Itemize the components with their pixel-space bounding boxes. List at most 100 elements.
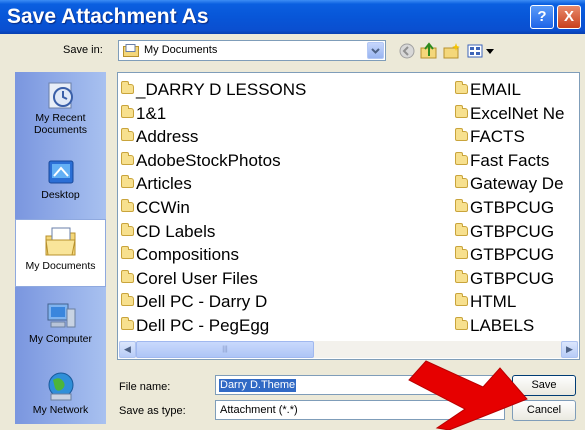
save-as-type-dropdown[interactable]: Attachment (*.*)	[215, 400, 505, 420]
save-button[interactable]: Save	[512, 375, 576, 396]
my-documents-icon	[44, 227, 76, 256]
close-button[interactable]: X	[557, 5, 581, 29]
desktop-icon	[48, 160, 73, 184]
my-network-icon	[48, 372, 73, 401]
place-my-computer[interactable]: My Computer	[15, 301, 106, 345]
folder-item[interactable]: GTBPCUG	[455, 220, 564, 244]
folder-item[interactable]: GTBPCUG	[455, 243, 564, 267]
folder-icon	[121, 81, 134, 94]
folder-icon	[455, 293, 468, 307]
folder-name: GTBPCUG	[470, 245, 555, 265]
place-label: My Recent	[35, 112, 86, 124]
folder-item[interactable]: Address	[121, 125, 306, 149]
folder-item[interactable]: GTBPCUG	[455, 267, 564, 291]
file-name-value: Darry D.Theme	[219, 379, 297, 392]
file-list-column: EMAIL ExcelNet Ne FACTS Fast Facts Gateway D…	[455, 78, 564, 338]
save-as-type-label: Save as type:	[119, 405, 186, 417]
folder-name: GTBPCUG	[470, 221, 555, 241]
folder-icon	[121, 316, 134, 330]
folder-item[interactable]: ExcelNet Ne	[455, 102, 564, 126]
scroll-left-icon[interactable]: ◀	[119, 341, 136, 358]
folder-icon	[455, 175, 468, 189]
folder-name: Dell PC - Darry D	[136, 292, 268, 312]
folder-name: FACTS	[470, 127, 525, 147]
new-folder-icon[interactable]	[443, 42, 461, 60]
place-my-network[interactable]: My Network	[15, 370, 106, 416]
folder-item[interactable]: Gateway De	[455, 172, 564, 196]
folder-icon	[455, 198, 468, 212]
views-menu-icon[interactable]	[467, 42, 497, 60]
folder-icon	[121, 269, 134, 283]
folder-name: Address	[136, 127, 199, 147]
folder-item[interactable]: CD Labels	[121, 220, 306, 244]
back-icon[interactable]	[398, 42, 416, 60]
file-list[interactable]: _DARRY D LESSONS 1&1 Address AdobeStockPhot…	[117, 72, 580, 360]
place-desktop[interactable]: Desktop	[15, 159, 106, 201]
folder-item[interactable]: Dell PC - Darry D	[121, 290, 306, 314]
folder-icon	[121, 175, 134, 189]
folder-name: EMAIL	[470, 80, 522, 99]
folder-name: 1&1	[136, 103, 167, 123]
place-label: Desktop	[41, 189, 80, 201]
folder-item[interactable]: LABELS	[455, 314, 564, 338]
folder-item[interactable]: AdobeStockPhotos	[121, 149, 306, 173]
folder-icon	[121, 222, 134, 236]
place-label: Documents	[33, 124, 88, 136]
folder-item[interactable]: _DARRY D LESSONS	[121, 78, 306, 102]
place-label: My Computer	[28, 333, 92, 345]
folder-item[interactable]: FACTS	[455, 125, 564, 149]
title-bar: Save Attachment As ? X	[0, 0, 585, 34]
folder-item[interactable]: HTML	[455, 290, 564, 314]
folder-item[interactable]: Dell PC - PegEgg	[121, 314, 306, 338]
scrollbar-thumb[interactable]: |||	[136, 341, 314, 358]
folder-item[interactable]: Articles	[121, 172, 306, 196]
save-in-label: Save in:	[63, 44, 103, 56]
folder-name: HTML	[470, 292, 517, 312]
folder-item[interactable]: 1&1	[121, 102, 306, 126]
folder-name: Articles	[136, 174, 192, 194]
folder-icon	[121, 246, 134, 260]
folder-icon	[121, 198, 134, 212]
cancel-button[interactable]: Cancel	[512, 400, 576, 421]
folder-item[interactable]: EMAIL	[455, 78, 564, 102]
folder-name: Fast Facts	[470, 150, 550, 170]
folder-name: CCWin	[136, 197, 190, 217]
folder-item[interactable]: Fast Facts	[455, 149, 564, 173]
folder-item[interactable]: Compositions	[121, 243, 306, 267]
place-my-documents[interactable]: My Documents	[15, 219, 106, 287]
folder-name: AdobeStockPhotos	[136, 150, 281, 170]
folder-name: ExcelNet Ne	[470, 103, 565, 123]
scroll-right-icon[interactable]: ▶	[561, 341, 578, 358]
folder-name: Compositions	[136, 245, 239, 265]
folder-item[interactable]: GTBPCUG	[455, 196, 564, 220]
save-in-value: My Documents	[144, 44, 218, 56]
file-list-column: _DARRY D LESSONS 1&1 Address AdobeStockPhot…	[121, 78, 306, 338]
folder-item[interactable]: Corel User Files	[121, 267, 306, 291]
folder-name: CD Labels	[136, 221, 216, 241]
horizontal-scrollbar[interactable]: ◀ ||| ▶	[119, 341, 578, 358]
folder-icon	[455, 222, 468, 236]
folder-name: GTBPCUG	[470, 197, 555, 217]
save-as-type-value: Attachment (*.*)	[220, 404, 298, 416]
my-documents-icon	[123, 44, 139, 57]
folder-name: Gateway De	[470, 174, 564, 194]
help-button[interactable]: ?	[530, 5, 554, 29]
folder-icon	[455, 269, 468, 283]
folder-item[interactable]: CCWin	[121, 196, 306, 220]
folder-icon	[455, 81, 468, 94]
folder-name: _DARRY D LESSONS	[136, 80, 307, 99]
file-name-label: File name:	[119, 381, 171, 393]
folder-icon	[455, 104, 468, 118]
file-name-input[interactable]: Darry D.Theme	[215, 375, 505, 395]
folder-icon	[455, 151, 468, 165]
place-label: My Documents	[25, 260, 96, 272]
chevron-down-icon[interactable]	[367, 42, 384, 59]
place-my-recent-documents[interactable]: My Recent Documents	[15, 80, 106, 136]
folder-icon	[121, 104, 134, 118]
folder-name: Dell PC - PegEgg	[136, 315, 270, 335]
up-folder-icon[interactable]	[420, 42, 438, 60]
recent-documents-icon	[48, 82, 73, 109]
folder-icon	[121, 128, 134, 142]
save-in-dropdown[interactable]: My Documents	[118, 40, 386, 61]
dialog-title: Save Attachment As	[7, 5, 209, 28]
